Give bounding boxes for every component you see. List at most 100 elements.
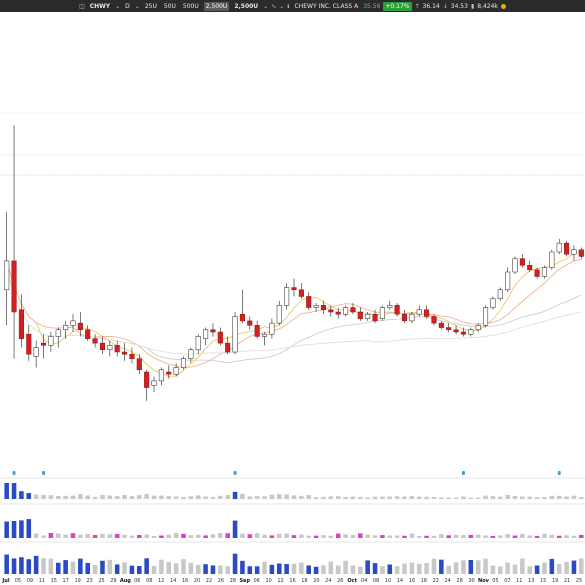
candle-body <box>328 309 334 313</box>
x-tick-label: 17 <box>63 578 69 584</box>
chevron-down-icon[interactable]: ⌄ <box>279 3 284 10</box>
candle-body <box>217 331 223 344</box>
x-tick-label: 11 <box>39 578 45 584</box>
volume-spike-bar <box>203 496 208 499</box>
volume-spike-bar <box>453 497 459 499</box>
flow-bar <box>78 534 83 538</box>
flow-bar <box>520 533 525 538</box>
volume-spike-bar <box>505 494 510 499</box>
volume-spike-bar <box>409 496 415 499</box>
x-tick-label: 22 <box>206 578 212 584</box>
flow-bar <box>284 533 289 538</box>
candle-body <box>394 305 400 315</box>
flow-bar <box>402 535 407 538</box>
x-tick-label: 10 <box>265 578 271 584</box>
moving-average-5 <box>6 250 582 377</box>
size-50u-button[interactable]: 50U <box>162 2 178 11</box>
candle <box>571 245 577 261</box>
volume-spike-bar <box>321 496 326 499</box>
x-axis: Jul 05 09 11 15 17 19 23 25 29 Aug 06 08 12 14 16 20 22 26… <box>1 578 582 584</box>
size-25u-button[interactable]: 25U <box>143 2 159 11</box>
candle <box>343 305 349 317</box>
chevron-down-icon[interactable]: ⌄ <box>135 3 140 10</box>
x-tick-label: 04 <box>361 578 367 584</box>
toolbar: ◫ CHWY ⌄ D ⌄ 25U 50U 500U 2,500U 2,500U … <box>0 0 585 12</box>
candle <box>438 320 444 330</box>
candle-body <box>497 289 503 299</box>
flow-bar <box>159 535 164 538</box>
ticker-selector[interactable]: CHWY <box>88 2 112 11</box>
flow-bar <box>365 534 370 538</box>
candle <box>48 332 54 352</box>
volume-bar <box>409 562 415 574</box>
candle <box>122 343 128 361</box>
volume-bar <box>475 560 481 574</box>
flow-bar <box>210 534 216 538</box>
info-icon[interactable]: ℹ <box>287 3 289 10</box>
flow-bar <box>394 535 400 538</box>
x-tick-label: 13 <box>528 578 534 584</box>
candle-body <box>468 329 474 335</box>
event-markers <box>12 471 561 475</box>
volume-spike-bar <box>431 496 437 499</box>
indicator-icon[interactable]: ∿ <box>271 3 276 10</box>
flow-bar <box>431 535 437 538</box>
chart-type-icon[interactable]: ◫ <box>79 3 85 10</box>
candle-body <box>122 351 128 355</box>
candle-body <box>114 345 120 353</box>
volume-spike-bar <box>48 495 54 499</box>
candle-body <box>70 320 76 326</box>
size-2500u-button[interactable]: 2,500U <box>203 1 230 11</box>
chevron-down-icon[interactable]: ⌄ <box>263 3 268 10</box>
x-tick-label: 30 <box>468 578 474 584</box>
last-price: 35.56 <box>363 2 381 10</box>
price-chart[interactable]: Jul 05 09 11 15 17 19 23 25 29 Aug 06 08 12 14 16 20 22 26… <box>0 12 585 585</box>
volume-spike-bar <box>247 496 253 499</box>
flow-bar <box>556 535 562 538</box>
volume-spike-bar <box>328 496 334 499</box>
volume-bar <box>564 561 569 574</box>
candle <box>269 318 275 339</box>
volume-spike-bar <box>402 496 407 499</box>
flow-bar <box>439 534 444 538</box>
volume-spike-bar <box>542 497 547 499</box>
candle <box>85 325 91 341</box>
active-size-selector[interactable]: 2,500U <box>232 2 260 11</box>
flow-bar <box>328 535 334 538</box>
event-marker <box>557 471 561 475</box>
candle <box>497 287 503 301</box>
volume-spike-bar <box>137 495 142 499</box>
chevron-down-icon[interactable]: ⌄ <box>115 3 120 10</box>
size-500u-button[interactable]: 500U <box>181 2 201 11</box>
flow-bar <box>350 534 356 538</box>
candle-body <box>306 296 312 308</box>
volume-bar <box>520 558 525 574</box>
volume-icon: ▮ <box>470 2 475 10</box>
candle <box>357 307 363 321</box>
volume-spike-bar <box>468 497 474 499</box>
volume-bar <box>284 564 289 574</box>
x-tick-label: 21 <box>564 578 570 584</box>
candle-body <box>446 327 452 331</box>
volume-spike-bar <box>144 494 149 499</box>
volume-bar <box>534 565 540 574</box>
flow-bar <box>129 535 135 538</box>
volume-spike-bar <box>254 496 260 499</box>
volume-bar <box>225 566 230 574</box>
volume-bar <box>556 563 562 574</box>
candle-body <box>357 311 363 319</box>
flow-bar <box>232 520 238 538</box>
candle-body <box>490 298 496 308</box>
x-tick-label: 06 <box>134 578 140 584</box>
candle-body <box>320 305 327 311</box>
flow-bar <box>195 534 201 538</box>
volume-spike-bar <box>63 495 68 499</box>
flow-bar <box>19 520 24 538</box>
candle-body <box>298 289 304 297</box>
volume-spike-bar <box>394 496 400 499</box>
period-selector[interactable]: D <box>123 2 132 11</box>
volume-bar <box>63 560 68 574</box>
x-tick-label: 11 <box>516 578 522 584</box>
candle-body <box>401 313 408 322</box>
volume-spike-bar <box>122 495 127 499</box>
